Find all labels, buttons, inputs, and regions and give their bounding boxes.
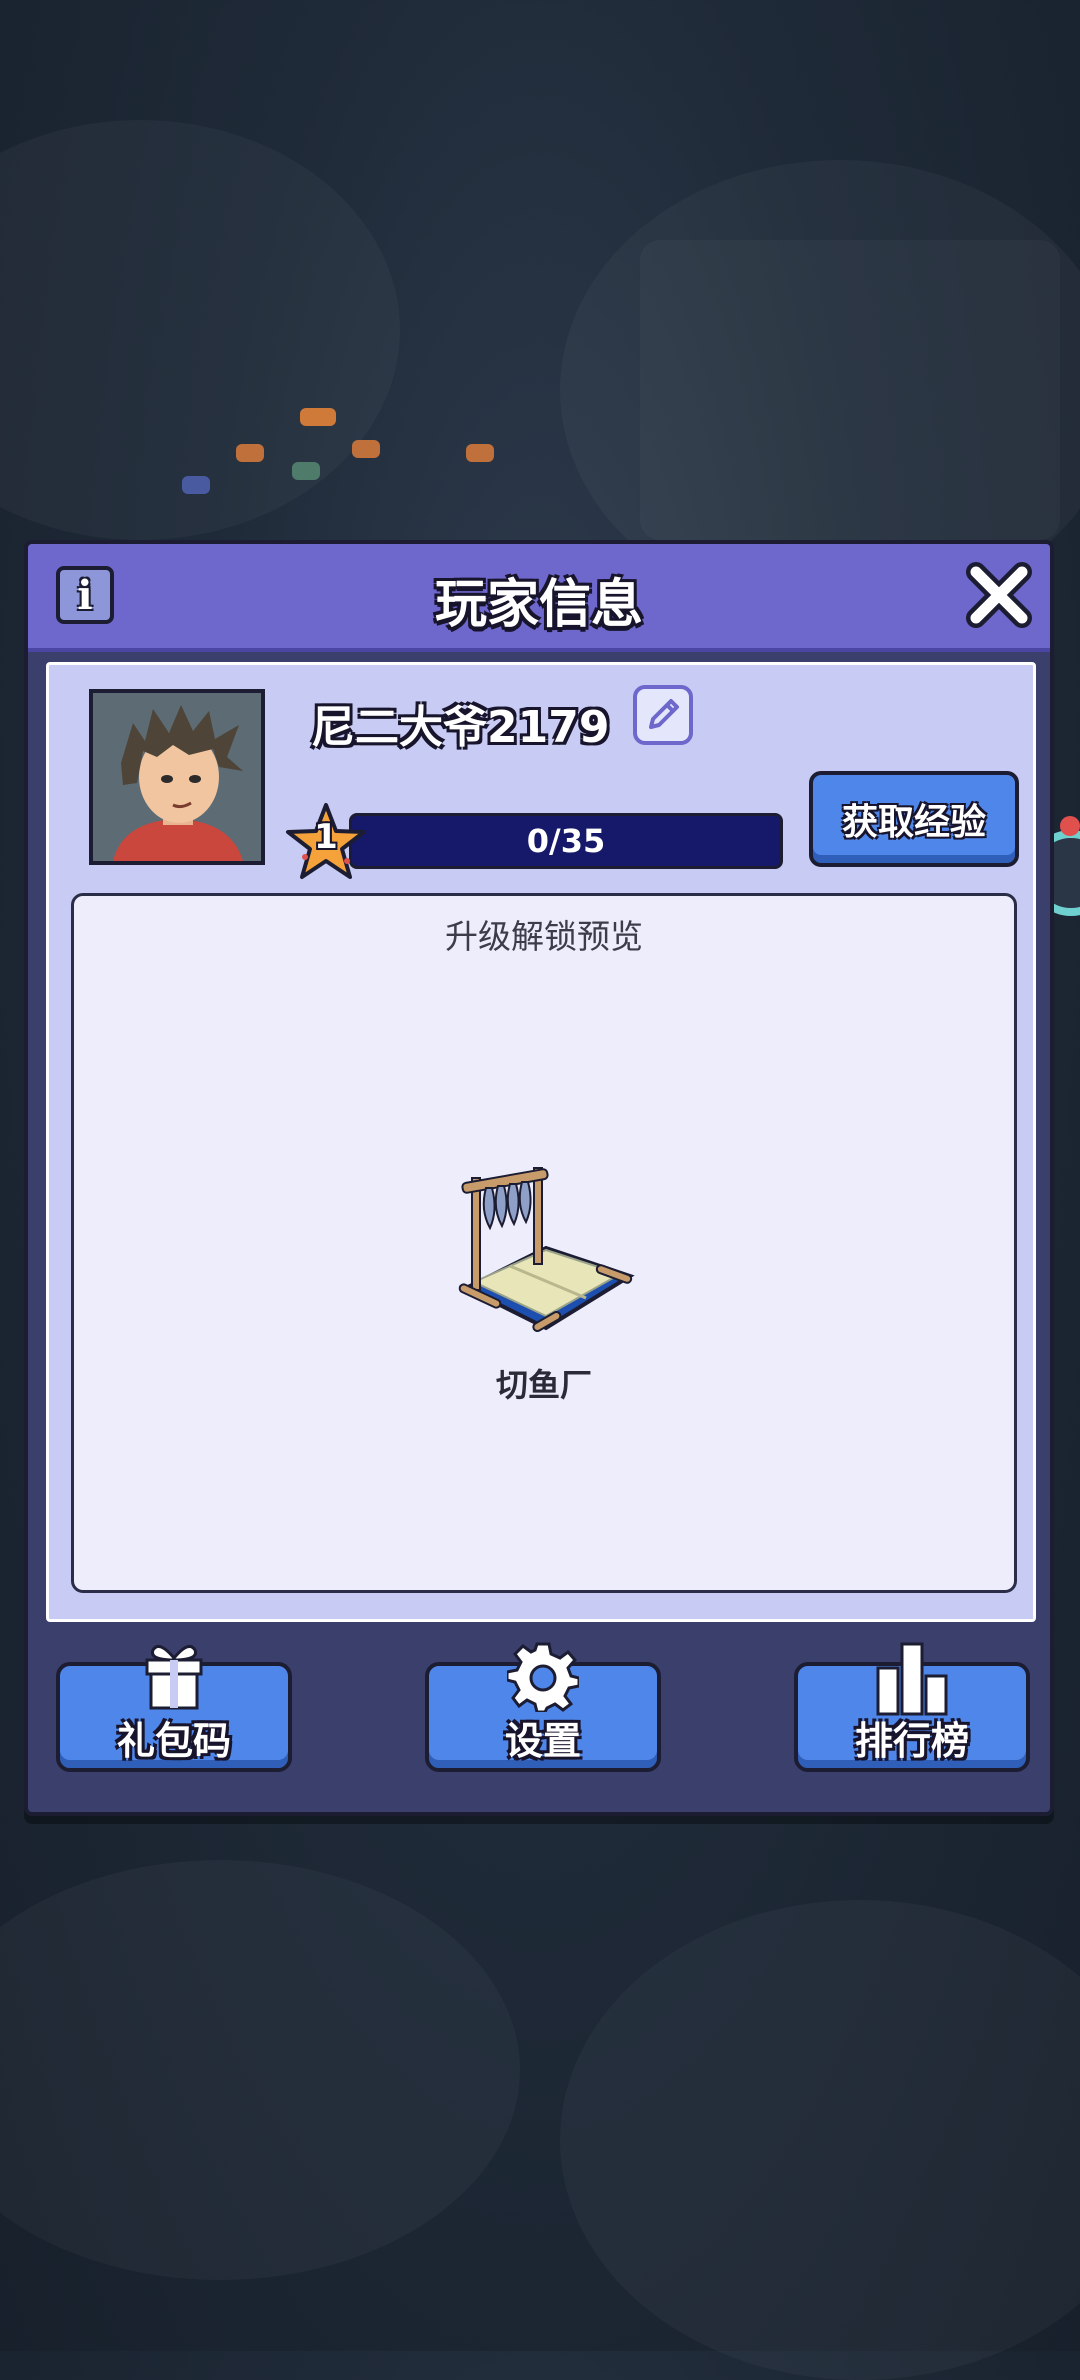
gift-icon — [145, 1644, 203, 1710]
fish-cutting-station-icon — [458, 1167, 635, 1332]
get-exp-button[interactable]: 获取经验 — [809, 771, 1019, 867]
player-avatar[interactable] — [89, 689, 265, 865]
building-name: 切鱼厂 — [495, 1366, 592, 1404]
dialog-header: i 玩家信息 — [28, 544, 1050, 652]
get-exp-label: 获取经验 — [841, 802, 986, 843]
unlock-preview-panel: 升级解锁预览 切鱼厂 — [71, 893, 1017, 1593]
close-button[interactable] — [962, 558, 1036, 632]
close-icon — [966, 562, 1032, 628]
edit-name-button[interactable] — [633, 685, 693, 745]
bar-chart-icon — [876, 1642, 948, 1716]
unlock-preview-title: 升级解锁预览 — [445, 917, 643, 956]
gift-code-label: 礼包码 — [116, 1719, 231, 1763]
dialog-title: 玩家信息 — [434, 575, 643, 635]
leaderboard-label: 排行榜 — [854, 1719, 969, 1763]
leaderboard-button[interactable]: 排行榜 — [794, 1642, 1030, 1772]
gear-icon — [507, 1642, 579, 1712]
player-name: 尼二大爷2179 — [311, 702, 610, 753]
level-number: 1 — [314, 817, 338, 857]
experience-text: 0/35 — [526, 822, 606, 860]
settings-label: 设置 — [504, 1719, 581, 1763]
pencil-icon — [649, 699, 679, 729]
gift-code-button[interactable]: 礼包码 — [56, 1644, 292, 1772]
avatar-portrait — [93, 693, 261, 861]
player-info-dialog: i 玩家信息 尼二大爷2179 0/35 1 获取经验 升级解锁预览 切鱼厂 礼… — [24, 540, 1054, 1816]
experience-bar: 0/35 — [349, 813, 783, 869]
settings-button[interactable]: 设置 — [425, 1642, 661, 1772]
player-panel: 尼二大爷2179 0/35 1 获取经验 升级解锁预览 切鱼厂 — [46, 662, 1036, 1622]
